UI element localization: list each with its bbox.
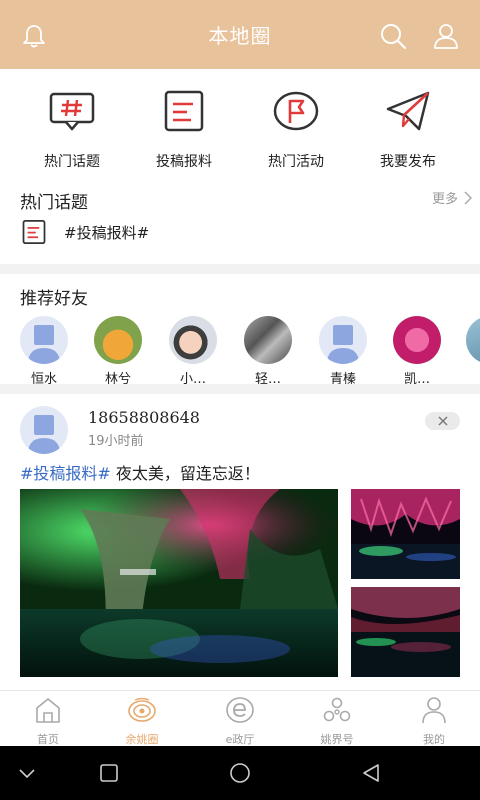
nodes-icon [323, 697, 351, 722]
system-nav-bar [0, 746, 480, 800]
tab-yuyao-circle[interactable]: 余姚圈 [94, 695, 190, 747]
home-icon [36, 698, 60, 723]
home-circle-icon[interactable] [229, 762, 251, 784]
bottom-tab-bar: 首页 余姚圈 e政厅 姚界号 我的 [0, 690, 480, 746]
page-title: 本地圈 [208, 24, 272, 48]
avatar [466, 316, 480, 364]
avatar [319, 316, 367, 364]
tab-label: 姚界号 [320, 733, 354, 746]
friend-item[interactable]: 袖 [460, 316, 480, 384]
section-title: 推荐好友 [20, 289, 88, 309]
post-image-2[interactable] [351, 489, 460, 579]
friend-item[interactable]: 林兮 [88, 316, 148, 384]
close-icon [438, 416, 447, 426]
friend-name: 轻… [254, 372, 281, 384]
tab-yaojie[interactable]: 姚界号 [289, 695, 385, 747]
default-avatar-icon [28, 325, 60, 364]
document-icon [22, 220, 46, 244]
avatar [244, 316, 292, 364]
recent-apps-icon[interactable] [98, 762, 120, 784]
friend-name: 青榛 [329, 372, 356, 384]
friends-row[interactable]: 恒水 林兮 小… 轻… 青榛 凯… [0, 316, 480, 384]
section-divider [0, 264, 480, 274]
person-icon [422, 697, 446, 724]
quick-action-label: 投稿报料 [156, 154, 212, 170]
tab-mine[interactable]: 我的 [386, 695, 480, 747]
default-avatar-icon [28, 415, 60, 454]
circle-icon [128, 697, 156, 722]
friend-name: 林兮 [104, 372, 131, 384]
post-body: 夜太美，留连忘返！ [110, 464, 260, 483]
top-bar: 本地圈 [0, 0, 480, 69]
more-label: 更多 [431, 192, 458, 207]
flag-icon [273, 91, 319, 131]
quick-action-label: 热门活动 [268, 154, 324, 170]
section-divider [0, 384, 480, 394]
friend-item[interactable]: 凯… [387, 316, 447, 384]
hashtag-chat-icon [49, 92, 95, 131]
search-icon[interactable] [379, 22, 407, 50]
hot-topics-section: 热门话题 更多 #投稿报料# [0, 176, 480, 264]
friend-item[interactable]: 轻… [238, 316, 298, 384]
default-avatar-icon [327, 325, 359, 364]
post-author-avatar[interactable] [20, 406, 68, 454]
friend-item[interactable]: 小… [163, 316, 223, 384]
post-tag[interactable]: #投稿报料# [20, 464, 111, 483]
cave-photo [351, 587, 460, 677]
cave-photo [20, 489, 338, 677]
paper-plane-icon [386, 91, 430, 131]
tab-label: 首页 [37, 733, 59, 746]
friend-item[interactable]: 恒水 [14, 316, 74, 384]
user-icon[interactable] [432, 22, 460, 50]
quick-action-label: 我要发布 [380, 154, 436, 170]
quick-action-submit-news[interactable]: 投稿报料 [129, 87, 239, 171]
recommended-friends-section: 推荐好友 恒水 林兮 小… 轻… 青榛 凯… [0, 274, 480, 384]
avatar [20, 316, 68, 364]
avatar [393, 316, 441, 364]
post-image-3[interactable] [351, 587, 460, 677]
quick-action-hot-events[interactable]: 热门活动 [241, 87, 351, 171]
post-card[interactable]: 18658808648 19小时前 #投稿报料# 夜太美，留连忘返！ [0, 394, 480, 690]
bell-icon[interactable] [20, 22, 48, 50]
e-icon [226, 697, 254, 723]
tab-label: 我的 [423, 733, 445, 746]
screen: 本地圈 热门话题 投稿报料 热门活动 我要发布 热门话题 更多 #投稿报料# 推… [0, 0, 480, 800]
cave-photo [351, 489, 460, 579]
avatar [169, 316, 217, 364]
section-title: 热门话题 [20, 193, 88, 213]
friend-name: 小… [179, 372, 206, 384]
friend-name: 凯… [403, 372, 430, 384]
post-time: 19小时前 [88, 434, 144, 449]
friend-item[interactable]: 青榛 [313, 316, 373, 384]
post-image-main[interactable] [20, 489, 338, 677]
tab-e-government[interactable]: e政厅 [192, 695, 288, 747]
document-icon [164, 90, 204, 132]
post-author-name[interactable]: 18658808648 [88, 408, 200, 427]
quick-actions: 热门话题 投稿报料 热门活动 我要发布 [0, 69, 480, 176]
topic-item[interactable]: #投稿报料# [20, 218, 149, 246]
post-text: #投稿报料# 夜太美，留连忘返！ [20, 460, 260, 484]
back-chevron-icon[interactable] [16, 762, 38, 784]
topic-name: #投稿报料# [64, 223, 150, 242]
tab-label: e政厅 [225, 733, 255, 746]
avatar [94, 316, 142, 364]
friend-name: 恒水 [30, 372, 57, 384]
quick-action-label: 热门话题 [44, 154, 100, 170]
back-triangle-icon[interactable] [360, 762, 382, 784]
tab-label: 余姚圈 [125, 733, 159, 746]
tab-home[interactable]: 首页 [0, 695, 96, 747]
quick-action-publish[interactable]: 我要发布 [353, 87, 463, 171]
more-link[interactable]: 更多 [432, 188, 472, 207]
friend-name: 袖 [460, 368, 480, 384]
chevron-right-icon [464, 190, 472, 205]
quick-action-hot-topics[interactable]: 热门话题 [17, 87, 127, 171]
dismiss-button[interactable] [425, 412, 460, 430]
